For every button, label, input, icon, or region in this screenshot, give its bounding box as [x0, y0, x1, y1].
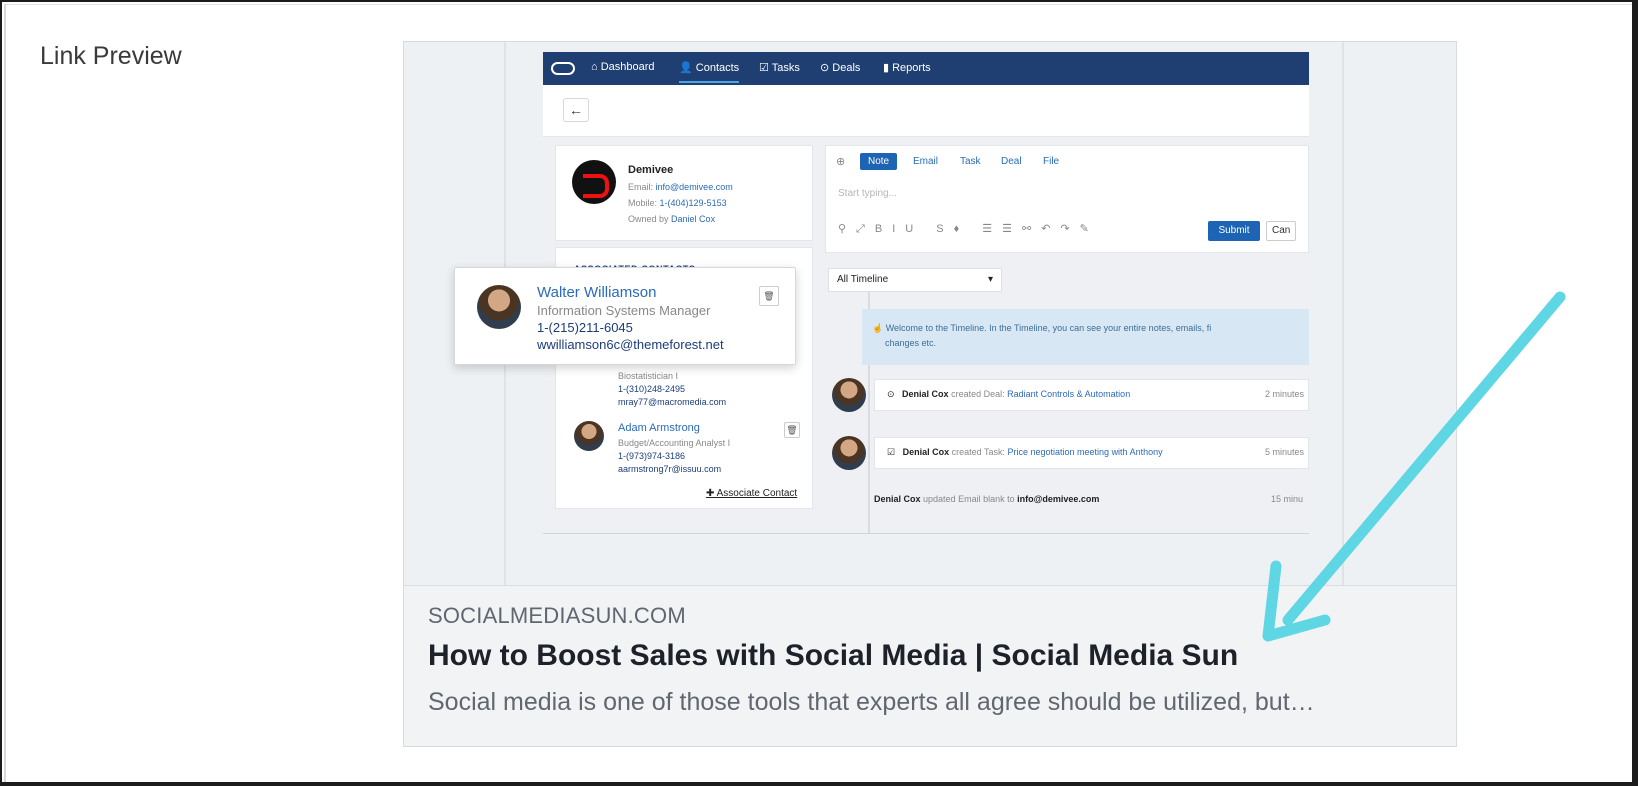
crm-subbar: ←: [543, 85, 1309, 137]
contact-popup: Walter Williamson Information Systems Ma…: [454, 267, 796, 365]
composer-placeholder: Start typing...: [838, 188, 897, 199]
popup-name: Walter Williamson: [537, 284, 657, 301]
nav-dashboard: ⌂ Dashboard: [591, 61, 655, 73]
adam-name: Adam Armstrong: [618, 422, 700, 434]
adam-role: Budget/Accounting Analyst I: [618, 438, 731, 448]
timeline-select: All Timeline ▾: [828, 268, 1002, 292]
timeline-entry-1: ⊙ Denial Cox created Deal: Radiant Contr…: [874, 379, 1309, 411]
add-icon: ⊕: [836, 156, 846, 168]
link-preview-label: Link Preview: [40, 42, 182, 70]
preview-domain: SOCIALMEDIASUN.COM: [428, 603, 686, 628]
popup-phone: 1-(215)211-6045: [537, 320, 633, 335]
preview-title[interactable]: How to Boost Sales with Social Media | S…: [428, 639, 1238, 673]
cancel-button: Can: [1266, 221, 1296, 241]
contact-email: mray77@macromedia.com: [618, 397, 727, 407]
walter-avatar: [477, 285, 521, 329]
tab-file: File: [1043, 156, 1060, 167]
company-email: Email: info@demivee.com: [628, 182, 733, 192]
preview-description: Social media is one of those tools that …: [428, 688, 1315, 716]
entry3-text: Denial Cox updated Email blank to info@d…: [874, 494, 1100, 504]
adam-phone: 1-(973)974-3186: [618, 451, 686, 461]
entry1-avatar: [832, 378, 866, 412]
preview-image: ⌂ Dashboard 👤 Contacts ☑ Tasks ⊙ Deals ▮…: [404, 42, 1456, 586]
tab-email: Email: [913, 156, 939, 167]
nav-reports: ▮ Reports: [883, 62, 931, 74]
associate-contact-link: ✚ Associate Contact: [706, 488, 798, 499]
back-arrow-icon: ←: [563, 98, 589, 122]
adam-email: aarmstrong7r@issuu.com: [618, 464, 722, 474]
company-owner: Owned by Daniel Cox: [628, 214, 716, 224]
entry2-time: 5 minutes: [1264, 447, 1304, 457]
contact-role: Biostatistician I: [618, 371, 679, 381]
company-panel: Demivee Email: info@demivee.com Mobile: …: [555, 145, 813, 241]
popup-email: wwilliamson6c@themeforest.net: [537, 337, 724, 352]
nav-deals: ⊙ Deals: [820, 62, 861, 74]
chevron-down-icon: ▾: [987, 274, 993, 285]
company-mobile: Mobile: 1-(404)129-5153: [628, 198, 727, 208]
popup-trash-icon: 🗑: [759, 286, 779, 306]
activity-composer: ⊕ Note Email Task Deal File Start typing…: [825, 145, 1309, 253]
crm-logo-icon: [551, 62, 575, 75]
tab-note: Note: [860, 153, 898, 170]
entry1-time: 2 minutes: [1264, 389, 1304, 399]
company-logo: [572, 160, 616, 204]
entry1-text: ⊙ Denial Cox created Deal: Radiant Contr…: [887, 389, 1131, 399]
entry3-time: 15 minu: [1271, 494, 1304, 504]
submit-button: Submit: [1208, 221, 1260, 241]
entry2-avatar: [832, 436, 866, 470]
tab-deal: Deal: [1001, 156, 1022, 167]
info-line-1: ☝ Welcome to the Timeline. In the Timeli…: [872, 323, 1212, 333]
info-line-2: changes etc.: [885, 338, 937, 348]
popup-role: Information Systems Manager: [537, 303, 711, 318]
format-toolbar-icons: ⚲⤢BIU S♦ ☰☰⚯↶↷✎: [838, 223, 1099, 235]
trash-icon: 🗑: [784, 422, 800, 438]
nav-contacts: 👤 Contacts: [679, 61, 740, 83]
image-divider-right: [1342, 42, 1344, 585]
adam-avatar: [574, 421, 604, 451]
company-name: Demivee: [628, 164, 674, 176]
timeline-info: ☝ Welcome to the Timeline. In the Timeli…: [862, 309, 1309, 365]
tab-task: Task: [960, 156, 981, 167]
crm-navbar: ⌂ Dashboard 👤 Contacts ☑ Tasks ⊙ Deals ▮…: [543, 52, 1309, 85]
nav-tasks: ☑ Tasks: [759, 62, 800, 74]
entry2-text: ☑ Denial Cox created Task: Price negotia…: [887, 447, 1163, 457]
timeline-entry-2: ☑ Denial Cox created Task: Price negotia…: [874, 437, 1309, 469]
contact-phone: 1-(310)248-2495: [618, 384, 686, 394]
